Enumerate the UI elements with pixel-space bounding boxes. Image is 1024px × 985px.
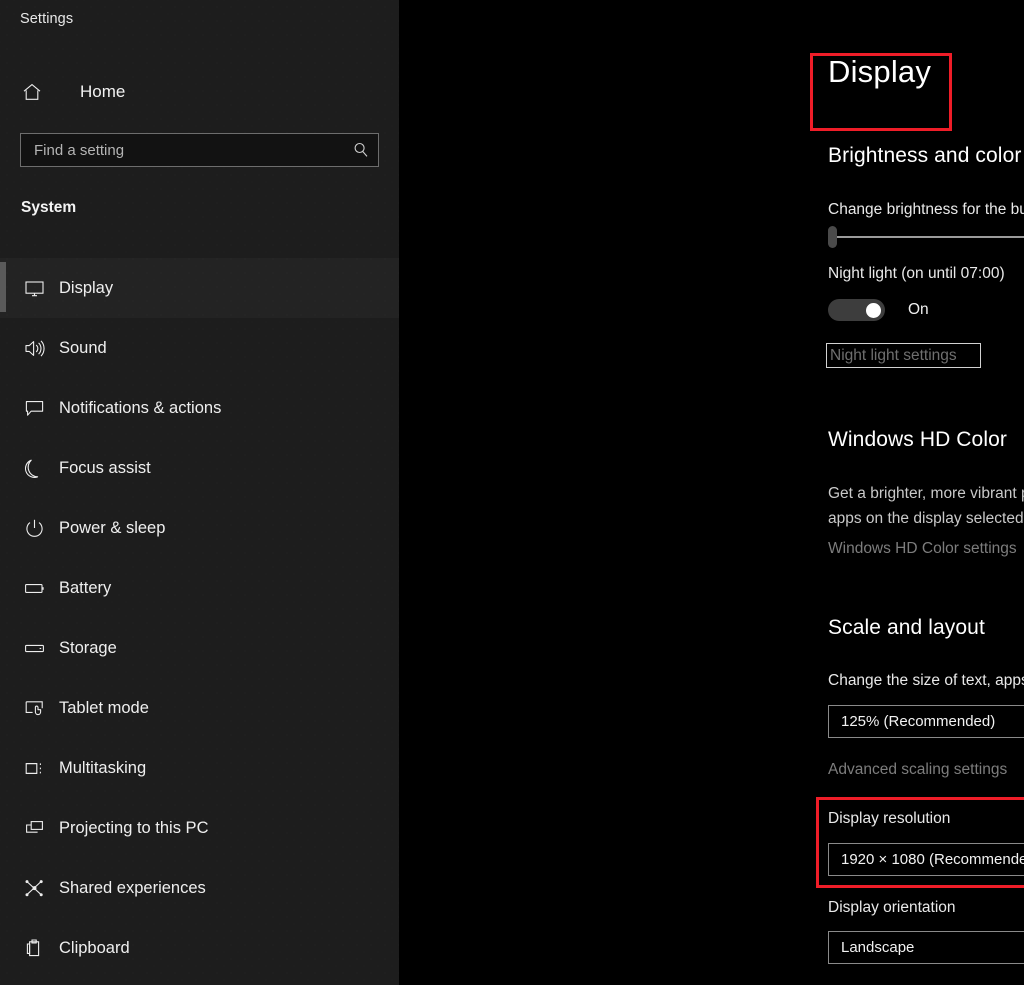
sidebar-item-focus-assist[interactable]: Focus assist [0,438,399,498]
display-resolution-dropdown-value: 1920 × 1080 (Recommended) [829,851,1024,868]
sidebar-nav: Display Sound [0,258,399,978]
sidebar-item-label: Shared experiences [59,879,206,898]
selection-indicator [0,262,6,312]
sidebar-item-label: Notifications & actions [59,399,221,418]
sidebar-item-label: Focus assist [59,459,151,478]
scale-dropdown-value: 125% (Recommended) [829,713,1024,730]
sidebar-item-label: Power & sleep [59,519,165,538]
section-heading-brightness-and-color: Brightness and color [828,144,1021,168]
display-resolution-label: Display resolution [828,810,950,828]
display-orientation-dropdown[interactable]: Landscape [828,931,1024,964]
clipboard-icon [21,935,47,961]
main-content: Display Brightness and color Change brig… [399,0,1024,985]
windows-hd-color-settings-link[interactable]: Windows HD Color settings [828,540,1017,558]
sidebar-item-storage[interactable]: Storage [0,618,399,678]
night-light-toggle-row: On [828,299,929,321]
night-light-toggle[interactable] [828,299,885,321]
sidebar-item-projecting-to-this-pc[interactable]: Projecting to this PC [0,798,399,858]
display-resolution-dropdown[interactable]: 1920 × 1080 (Recommended) [828,843,1024,876]
sidebar-item-sound[interactable]: Sound [0,318,399,378]
app-title: Settings [20,11,73,27]
sidebar-item-display[interactable]: Display [0,258,399,318]
project-screen-icon [21,815,47,841]
night-light-settings-link[interactable]: Night light settings [826,343,981,368]
sidebar-item-shared-experiences[interactable]: Shared experiences [0,858,399,918]
monitor-icon [21,275,47,301]
sidebar-item-home-label: Home [80,82,125,102]
battery-icon [21,575,47,601]
sidebar-item-tablet-mode[interactable]: Tablet mode [0,678,399,738]
sidebar-group-header: System [21,199,76,217]
display-orientation-dropdown-value: Landscape [829,939,1024,956]
scale-dropdown[interactable]: 125% (Recommended) [828,705,1024,738]
sidebar-item-label: Display [59,279,113,298]
search-input[interactable] [21,134,344,166]
sidebar-item-label: Projecting to this PC [59,819,208,838]
brightness-slider-label: Change brightness for the built-in displ… [828,201,1024,219]
section-heading-windows-hd-color: Windows HD Color [828,428,1007,452]
scale-label: Change the size of text, apps, and other… [828,672,1024,690]
night-light-label: Night light (on until 07:00) [828,265,1005,283]
sidebar-item-label: Multitasking [59,759,146,778]
search-icon[interactable] [344,141,378,159]
share-nodes-icon [21,875,47,901]
multitasking-icon [21,755,47,781]
page-title: Display [828,54,931,90]
slider-track [828,236,1024,238]
speaker-icon [21,335,47,361]
slider-thumb[interactable] [828,226,837,248]
tablet-touch-icon [21,695,47,721]
power-icon [21,515,47,541]
moon-icon [21,455,47,481]
night-light-settings-link-label: Night light settings [827,347,957,365]
sidebar-item-home[interactable]: Home [0,73,399,111]
brightness-slider[interactable] [828,226,1024,248]
drive-icon [21,635,47,661]
settings-window: Settings Home System [0,0,1024,985]
sidebar-item-label: Tablet mode [59,699,149,718]
display-orientation-label: Display orientation [828,899,956,917]
sidebar-item-clipboard[interactable]: Clipboard [0,918,399,978]
search-box[interactable] [20,133,379,167]
sidebar-item-power-sleep[interactable]: Power & sleep [0,498,399,558]
sidebar-item-label: Storage [59,639,117,658]
sidebar-item-multitasking[interactable]: Multitasking [0,738,399,798]
comment-icon [21,395,47,421]
night-light-toggle-state: On [908,301,929,319]
sidebar-item-label: Sound [59,339,107,358]
home-icon [20,80,44,104]
sidebar-item-label: Clipboard [59,939,130,958]
sidebar: Settings Home System [0,0,399,985]
sidebar-item-battery[interactable]: Battery [0,558,399,618]
advanced-scaling-settings-link[interactable]: Advanced scaling settings [828,761,1007,779]
sidebar-item-notifications-actions[interactable]: Notifications & actions [0,378,399,438]
hd-color-description: Get a brighter, more vibrant picture in … [828,481,1024,531]
section-heading-scale-and-layout: Scale and layout [828,616,985,640]
toggle-knob [866,303,881,318]
sidebar-item-label: Battery [59,579,111,598]
